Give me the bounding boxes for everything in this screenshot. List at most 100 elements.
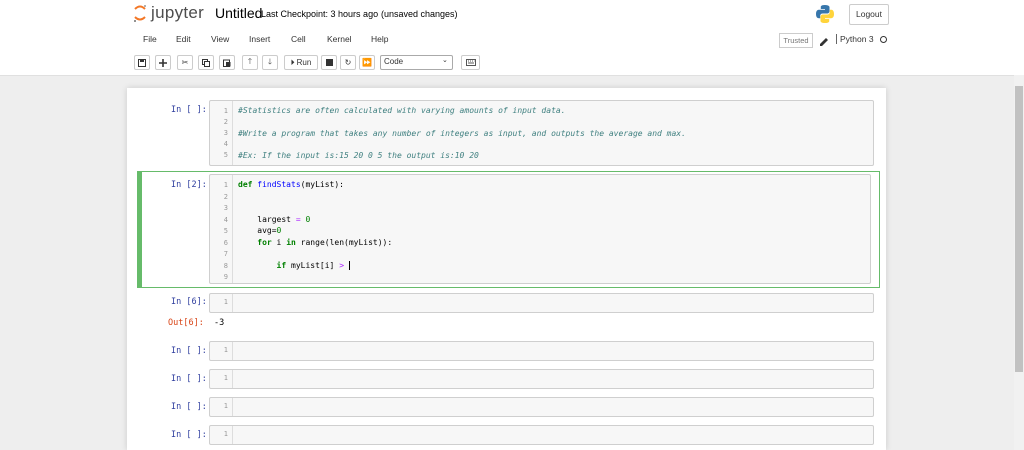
code-line: #Statistics are often calculated with va… <box>238 106 566 115</box>
code-function-name: findStats <box>257 180 301 189</box>
line-number-gutter: 1 <box>210 294 233 312</box>
refresh-icon: ↻ <box>344 58 352 67</box>
code-expression: myList[i] <box>291 260 335 270</box>
line-number: 1 <box>223 402 228 410</box>
cell-type-select[interactable]: Code ⌄ <box>380 55 453 70</box>
code-operator: = <box>295 214 301 224</box>
insert-cell-button[interactable] <box>155 55 171 70</box>
menu-cell[interactable]: Cell <box>291 34 306 44</box>
code-line: if myList[i] > <box>238 260 350 270</box>
cell-6-prompt: In [ ]: <box>171 402 207 412</box>
menu-insert[interactable]: Insert <box>249 34 270 44</box>
code-params: (myList): <box>300 180 344 189</box>
menu-view[interactable]: View <box>211 34 229 44</box>
cell-3-prompt: In [6]: <box>171 297 207 307</box>
code-keyword: def <box>238 180 253 189</box>
save-icon <box>138 58 146 67</box>
line-number: 3 <box>223 129 228 137</box>
code-line: #Write a program that takes any number o… <box>238 129 686 138</box>
cell-3-input[interactable]: 1 <box>209 293 874 313</box>
code-line: #Ex: If the input is:15 20 0 5 the outpu… <box>238 151 479 160</box>
line-number: 1 <box>223 298 228 306</box>
code-call: range(len(myList)): <box>300 237 393 247</box>
scissors-icon: ✂ <box>181 58 189 67</box>
menu-edit[interactable]: Edit <box>176 34 191 44</box>
line-number: 1 <box>223 181 228 189</box>
cell-7-input[interactable]: 1 <box>209 425 874 445</box>
arrow-down-icon: 🡓 <box>267 56 273 66</box>
line-number: 1 <box>223 374 228 382</box>
cell-7-prompt: In [ ]: <box>171 430 207 440</box>
move-up-button[interactable]: 🡑 <box>242 55 258 70</box>
toolbar <box>0 50 1024 76</box>
paste-button[interactable] <box>219 55 235 70</box>
notebook-header: jupyter Untitled Last Checkpoint: 3 hour… <box>0 0 1024 30</box>
text-cursor <box>348 260 350 270</box>
cell-4-input[interactable]: 1 <box>209 341 874 361</box>
menu-file[interactable]: File <box>143 34 157 44</box>
line-number: 5 <box>223 227 228 235</box>
save-status: (unsaved changes) <box>381 9 458 19</box>
run-label: Run <box>296 58 312 67</box>
cell-3-out-prompt: Out[6]: <box>168 318 204 328</box>
code-number: 0 <box>276 226 282 235</box>
restart-button[interactable]: ↻ <box>340 55 356 70</box>
command-palette-button[interactable] <box>461 55 480 70</box>
fast-forward-icon: ⏩ <box>362 58 372 67</box>
cell-2-input[interactable]: 1 2 3 4 5 6 7 8 9 def findStats(myList):… <box>209 174 871 284</box>
line-number: 4 <box>223 215 228 224</box>
cell-4-prompt: In [ ]: <box>171 346 207 356</box>
code-keyword: if <box>276 260 287 270</box>
line-number: 2 <box>223 118 228 126</box>
notebook-title[interactable]: Untitled <box>215 5 262 21</box>
checkpoint-status: Last Checkpoint: 3 hours ago <box>261 9 379 19</box>
code-operator: > <box>339 260 345 270</box>
save-button[interactable] <box>134 55 150 70</box>
code-variable: largest <box>257 214 291 224</box>
code-number: 0 <box>305 214 311 224</box>
cell-2-prompt: In [2]: <box>171 180 207 190</box>
menu-help[interactable]: Help <box>371 34 388 44</box>
jupyter-logo[interactable]: jupyter <box>133 3 204 23</box>
restart-run-all-button[interactable]: ⏩ <box>359 55 375 70</box>
cell-6-input[interactable]: 1 <box>209 397 874 417</box>
line-number-gutter: 1 <box>210 342 233 360</box>
line-number: 4 <box>223 140 228 148</box>
menu-kernel[interactable]: Kernel <box>327 34 352 44</box>
paste-icon <box>223 59 231 67</box>
code-variable: avg= <box>257 226 277 235</box>
arrow-up-icon: 🡑 <box>247 56 253 66</box>
code-line: largest = 0 <box>238 215 310 224</box>
logout-button[interactable]: Logout <box>849 4 889 25</box>
line-number: 2 <box>223 192 228 201</box>
line-number: 1 <box>223 430 228 438</box>
line-number: 1 <box>223 346 228 354</box>
cut-button[interactable]: ✂ <box>177 55 193 70</box>
scrollbar-thumb[interactable] <box>1015 86 1023 372</box>
interrupt-button[interactable] <box>321 55 337 70</box>
cell-5-prompt: In [ ]: <box>171 374 207 384</box>
code-keyword: in <box>286 237 296 247</box>
line-number: 3 <box>223 204 228 212</box>
line-number: 8 <box>223 261 228 270</box>
code-variable: i <box>276 237 282 247</box>
keyboard-icon <box>465 59 476 66</box>
cell-1-prompt: In [ ]: <box>171 105 207 115</box>
cell-type-value: Code <box>384 57 404 66</box>
plus-icon <box>159 58 167 67</box>
copy-icon <box>202 58 210 67</box>
cell-3-output: -3 <box>214 318 225 328</box>
kernel-name[interactable]: Python 3 <box>836 34 874 44</box>
cell-5-input[interactable]: 1 <box>209 369 874 389</box>
trusted-indicator[interactable]: Trusted <box>779 33 813 48</box>
line-number: 7 <box>223 250 228 258</box>
code-line: avg=0 <box>238 226 281 235</box>
run-button[interactable]: ⏵ Run <box>284 55 318 70</box>
copy-button[interactable] <box>198 55 214 70</box>
code-line: for i in range(len(myList)): <box>238 238 392 247</box>
line-number-gutter: 1 2 3 4 5 <box>210 101 233 165</box>
move-down-button[interactable]: 🡓 <box>262 55 278 70</box>
line-number-gutter: 1 2 3 4 5 6 7 8 9 <box>210 175 233 283</box>
chevron-down-icon: ⌄ <box>442 57 448 64</box>
cell-1-input[interactable]: 1 2 3 4 5 #Statistics are often calculat… <box>209 100 874 166</box>
